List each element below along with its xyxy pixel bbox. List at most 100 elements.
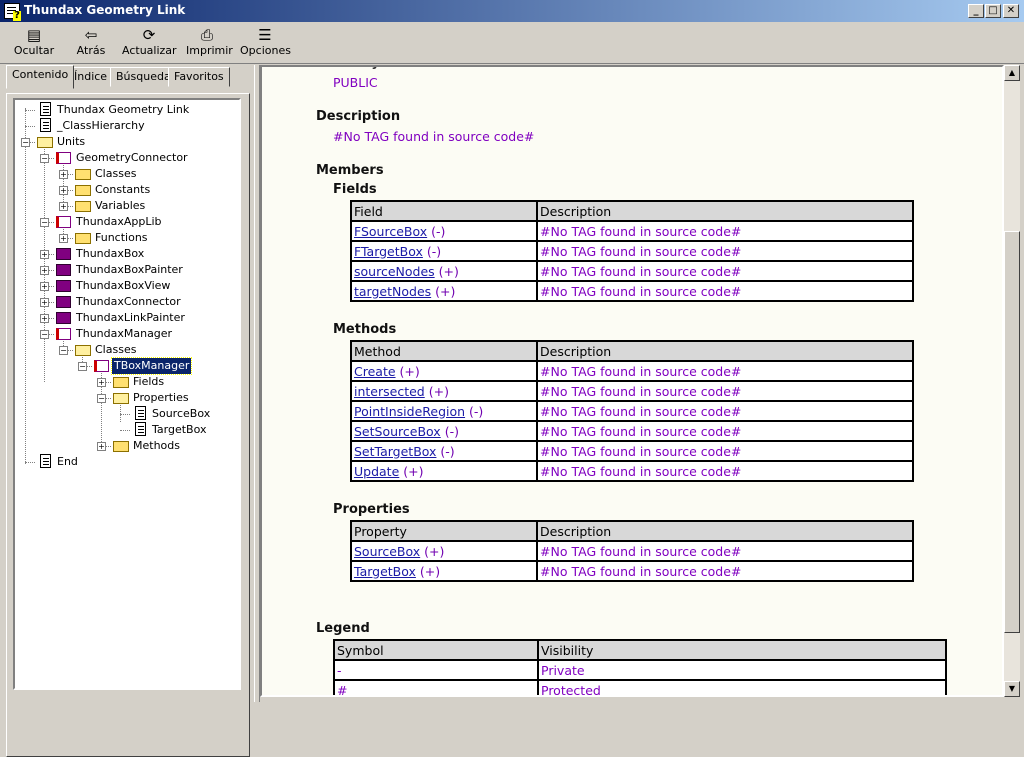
tree-item[interactable]: End	[15, 454, 239, 470]
member-link[interactable]: FSourceBox	[354, 224, 427, 239]
collapse-icon[interactable]: −	[97, 394, 106, 403]
close-button[interactable]: ✕	[1003, 4, 1019, 18]
hide-button[interactable]: ▤ Ocultar	[12, 24, 56, 62]
tab-contents[interactable]: Contenido	[6, 65, 75, 89]
expand-icon[interactable]: +	[40, 250, 49, 259]
table-row: FSourceBox (-) #No TAG found in source co…	[350, 220, 914, 242]
tree-item-label: ThundaxBox	[76, 247, 145, 260]
expand-icon[interactable]: +	[59, 202, 68, 211]
fields-table: Field Description FSourceBox (-) #No TAG …	[350, 200, 914, 302]
fields-heading: Fields	[333, 182, 377, 197]
book-open-icon	[56, 216, 71, 228]
scroll-up-button[interactable]: ▲	[1004, 65, 1020, 81]
collapse-icon[interactable]: −	[78, 362, 87, 371]
member-link[interactable]: SetTargetBox	[354, 444, 436, 459]
methods-header-description: Description	[536, 340, 914, 362]
collapse-icon[interactable]: −	[40, 330, 49, 339]
tree-item[interactable]: − TBoxManager	[15, 357, 239, 375]
table-row: Create (+) #No TAG found in source code#	[350, 360, 914, 382]
collapse-icon[interactable]: −	[40, 154, 49, 163]
properties-table: Property Description SourceBox (+) #No TA…	[350, 520, 914, 582]
expand-icon[interactable]: +	[59, 170, 68, 179]
table-row: # Protected	[333, 679, 947, 695]
page-icon	[135, 422, 146, 436]
member-visibility: (-)	[431, 223, 446, 239]
table-row: SourceBox (+) #No TAG found in source cod…	[350, 540, 914, 562]
tree-item[interactable]: + ThundaxBoxPainter	[15, 262, 239, 278]
collapse-icon[interactable]: −	[21, 138, 30, 147]
collapse-icon[interactable]: −	[59, 346, 68, 355]
member-link[interactable]: TargetBox	[354, 564, 416, 579]
expand-icon[interactable]: +	[40, 314, 49, 323]
member-name-cell: SetSourceBox (-)	[350, 420, 538, 442]
tree-item[interactable]: Thundax Geometry Link	[15, 102, 239, 118]
member-link[interactable]: FTargetBox	[354, 244, 423, 259]
member-link[interactable]: SetSourceBox	[354, 424, 441, 439]
member-link[interactable]: Create	[354, 364, 396, 379]
tab-search[interactable]: Búsqueda	[110, 67, 177, 87]
tree-item[interactable]: + Variables	[15, 198, 239, 214]
tree-item[interactable]: + Fields	[15, 374, 239, 390]
tree-item[interactable]: + ThundaxBoxView	[15, 278, 239, 294]
tree-item[interactable]: + ThundaxLinkPainter	[15, 310, 239, 326]
member-link[interactable]: PointInsideRegion	[354, 404, 465, 419]
maximize-button[interactable]: □	[985, 4, 1001, 18]
folder-icon	[75, 201, 91, 212]
scroll-down-button[interactable]: ▼	[1004, 681, 1020, 697]
minimize-button[interactable]: _	[968, 4, 984, 18]
expand-icon[interactable]: +	[59, 234, 68, 243]
member-name-cell: FTargetBox (-)	[350, 240, 538, 262]
tree-item[interactable]: − Properties	[15, 390, 239, 406]
tree-item-label: Fields	[133, 375, 165, 388]
tree-item-label: Variables	[95, 199, 146, 212]
tree-item[interactable]: − ThundaxManager	[15, 326, 239, 342]
member-link[interactable]: intersected	[354, 384, 425, 399]
expand-icon[interactable]: +	[59, 186, 68, 195]
page-icon	[40, 118, 51, 132]
legend-visibility: Protected	[537, 679, 947, 695]
help-app-icon	[4, 3, 21, 21]
member-name-cell: PointInsideRegion (-)	[350, 400, 538, 422]
tree-item[interactable]: − ThundaxAppLib	[15, 214, 239, 230]
tree-item-label: Constants	[95, 183, 151, 196]
tab-index[interactable]: Índice	[68, 67, 114, 87]
expand-icon[interactable]: +	[97, 378, 106, 387]
tab-favorites[interactable]: Favoritos	[168, 67, 230, 87]
tree-item[interactable]: + ThundaxConnector	[15, 294, 239, 310]
refresh-button[interactable]: ⟳ Actualizar	[122, 24, 177, 62]
tree-item[interactable]: TargetBox	[15, 422, 239, 438]
member-link[interactable]: SourceBox	[354, 544, 420, 559]
tree-item[interactable]: + Functions	[15, 230, 239, 246]
member-link[interactable]: sourceNodes	[354, 264, 435, 279]
back-button[interactable]: ⇦ Atrás	[72, 24, 110, 62]
tree-item[interactable]: + ThundaxBox	[15, 246, 239, 262]
options-button[interactable]: ☰ Opciones	[240, 24, 291, 62]
tree-item[interactable]: + Constants	[15, 182, 239, 198]
contents-tree[interactable]: Thundax Geometry Link _ClassHierarchy − Uni…	[13, 98, 241, 690]
expand-icon[interactable]: +	[40, 282, 49, 291]
tree-item[interactable]: − GeometryConnector	[15, 150, 239, 166]
member-link[interactable]: targetNodes	[354, 284, 431, 299]
tree-item[interactable]: _ClassHierarchy	[15, 118, 239, 134]
folder-open-icon	[75, 345, 91, 356]
tree-item[interactable]: SourceBox	[15, 406, 239, 422]
scroll-thumb[interactable]	[1004, 231, 1020, 633]
tree-item[interactable]: − Units	[15, 134, 239, 150]
tree-item[interactable]: − Classes	[15, 342, 239, 358]
content-scrollbar[interactable]: ▲ ▼	[1004, 65, 1020, 697]
table-row: sourceNodes (+) #No TAG found in source c…	[350, 260, 914, 282]
folder-icon	[75, 169, 91, 180]
table-row: targetNodes (+) #No TAG found in source c…	[350, 280, 914, 302]
print-button[interactable]: ⎙ Imprimir	[186, 24, 233, 62]
tree-item[interactable]: + Methods	[15, 438, 239, 454]
tree-item-label: GeometryConnector	[76, 151, 188, 164]
collapse-icon[interactable]: −	[40, 218, 49, 227]
tree-item[interactable]: + Classes	[15, 166, 239, 182]
member-link[interactable]: Update	[354, 464, 399, 479]
expand-icon[interactable]: +	[40, 298, 49, 307]
legend-heading: Legend	[316, 621, 370, 636]
expand-icon[interactable]: +	[40, 266, 49, 275]
member-visibility: (+)	[424, 543, 445, 559]
table-row: TargetBox (+) #No TAG found in source cod…	[350, 560, 914, 582]
expand-icon[interactable]: +	[97, 442, 106, 451]
